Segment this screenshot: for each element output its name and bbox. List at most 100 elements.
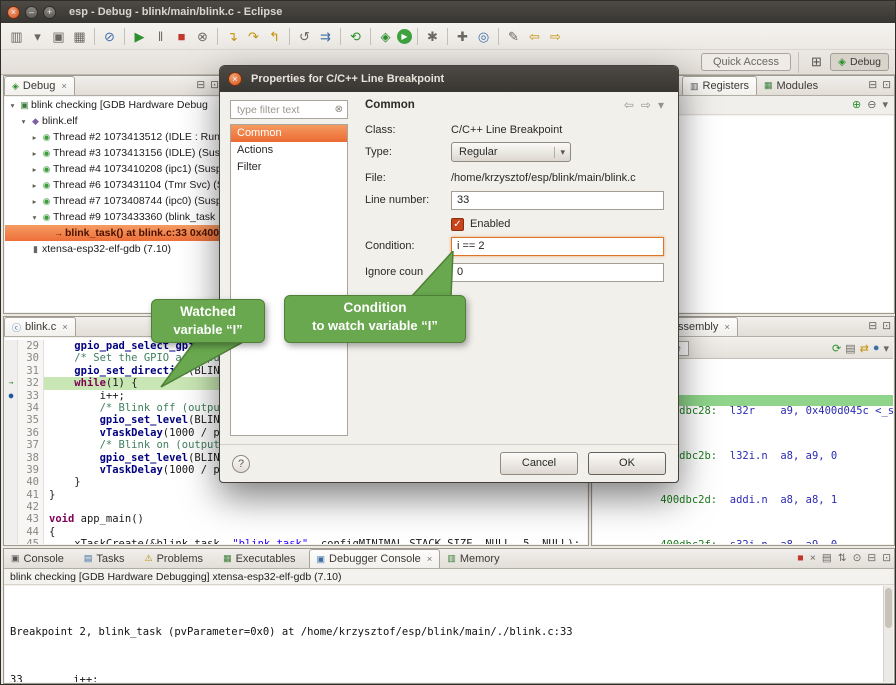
maximize-icon[interactable]: ⊡ bbox=[210, 79, 219, 91]
minimize-icon[interactable]: ⊟ bbox=[868, 320, 877, 332]
minimize-icon[interactable]: ⊟ bbox=[867, 552, 876, 564]
separator[interactable] bbox=[447, 28, 448, 45]
tab-debug[interactable]: ◈ Debug × bbox=[4, 76, 75, 95]
remove-register-group-icon[interactable]: ⊖ bbox=[867, 98, 876, 112]
remove-launch-icon[interactable]: × bbox=[810, 552, 816, 564]
tab-tasks[interactable]: ▤ Tasks bbox=[77, 549, 138, 568]
step-into-icon[interactable]: ↴ bbox=[223, 26, 242, 47]
tab-problems[interactable]: ⚠ Problems bbox=[138, 549, 217, 568]
breakpoint-gutter[interactable] bbox=[5, 464, 18, 476]
expander-icon[interactable]: ▸ bbox=[29, 149, 40, 158]
search-icon[interactable]: ◎ bbox=[474, 26, 493, 47]
debug-icon[interactable]: ◈ bbox=[376, 26, 395, 47]
console-scrollbar[interactable] bbox=[883, 586, 893, 682]
tree-item-frame-blink-task[interactable]: → blink_task() at blink.c:33 0x400db bbox=[5, 225, 221, 241]
instruction-stepping-icon[interactable]: ⇉ bbox=[316, 26, 335, 47]
maximize-icon[interactable]: ⊡ bbox=[882, 79, 891, 91]
maximize-icon[interactable]: ⊡ bbox=[882, 320, 891, 332]
tab-memory[interactable]: ▥ Memory bbox=[440, 549, 512, 568]
open-perspective-icon[interactable]: ⊞ bbox=[807, 52, 826, 73]
breakpoint-gutter[interactable] bbox=[5, 414, 18, 426]
breakpoint-gutter[interactable] bbox=[5, 501, 18, 513]
breakpoint-gutter[interactable] bbox=[5, 452, 18, 464]
tab-modules[interactable]: ▦ Modules bbox=[757, 76, 825, 95]
tree-item-thread-2[interactable]: ▸ ◉ Thread #2 1073413512 (IDLE : Runn bbox=[5, 129, 221, 145]
tree-item-gdb[interactable]: ▮ xtensa-esp32-elf-gdb (7.10) bbox=[5, 241, 221, 257]
expander-icon[interactable]: ▸ bbox=[29, 197, 40, 206]
ok-button[interactable]: OK bbox=[588, 452, 666, 475]
breakpoint-gutter[interactable] bbox=[5, 489, 18, 501]
breakpoint-gutter[interactable] bbox=[5, 476, 18, 488]
breakpoint-gutter[interactable] bbox=[5, 365, 18, 377]
separator[interactable] bbox=[417, 28, 418, 45]
close-icon[interactable]: × bbox=[62, 322, 68, 333]
separator[interactable] bbox=[370, 28, 371, 45]
pin-console-icon[interactable]: ⊙ bbox=[853, 552, 862, 564]
debug-perspective-button[interactable]: ◈ Debug bbox=[830, 53, 889, 71]
close-icon[interactable]: × bbox=[427, 554, 433, 565]
separator[interactable] bbox=[124, 28, 125, 45]
breakpoint-gutter[interactable] bbox=[5, 526, 18, 538]
breakpoint-gutter[interactable] bbox=[5, 352, 18, 364]
cancel-button[interactable]: Cancel bbox=[500, 452, 578, 475]
tree-item-thread-3[interactable]: ▸ ◉ Thread #3 1073413156 (IDLE) (Susp bbox=[5, 145, 221, 161]
tree-item-thread-7[interactable]: ▸ ◉ Thread #7 1073408744 (ipc0) (Susp bbox=[5, 193, 221, 209]
scrollbar-thumb[interactable] bbox=[885, 588, 892, 628]
breakpoint-gutter[interactable] bbox=[5, 513, 18, 525]
expander-icon[interactable]: ▸ bbox=[29, 181, 40, 190]
separator[interactable] bbox=[94, 28, 95, 45]
forward-icon[interactable]: ⇨ bbox=[546, 26, 565, 47]
dialog-nav-filter[interactable]: Filter bbox=[231, 159, 347, 176]
expander-icon[interactable]: ▾ bbox=[7, 101, 18, 110]
breakpoint-gutter[interactable] bbox=[5, 439, 18, 451]
maximize-icon[interactable]: ⊡ bbox=[882, 552, 891, 564]
separator[interactable] bbox=[340, 28, 341, 45]
view-menu-icon[interactable]: ▾ bbox=[882, 98, 888, 112]
tree-item-thread-6[interactable]: ▸ ◉ Thread #6 1073431104 (Tmr Svc) (S bbox=[5, 177, 221, 193]
breakpoint-gutter[interactable] bbox=[5, 538, 18, 544]
breakpoint-gutter[interactable] bbox=[5, 402, 18, 414]
separator[interactable] bbox=[217, 28, 218, 45]
disconnect-icon[interactable]: ⊗ bbox=[193, 26, 212, 47]
tab-console[interactable]: ▣ Console bbox=[4, 549, 77, 568]
terminate-icon[interactable]: ■ bbox=[797, 552, 803, 564]
forward-icon[interactable]: ⇨ bbox=[641, 98, 651, 112]
chevron-down-icon[interactable]: ▾ bbox=[658, 98, 664, 112]
clear-filter-icon[interactable]: ⊗ bbox=[335, 104, 343, 115]
tab-registers[interactable]: ▥ Registers bbox=[682, 76, 757, 95]
back-icon[interactable]: ⇦ bbox=[525, 26, 544, 47]
enabled-checkbox[interactable]: ✓ bbox=[451, 218, 464, 231]
tree-item-thread-4[interactable]: ▸ ◉ Thread #4 1073410208 (ipc1) (Susp bbox=[5, 161, 221, 177]
expander-icon[interactable]: ▸ bbox=[29, 165, 40, 174]
tree-item-thread-9[interactable]: ▾ ◉ Thread #9 1073433360 (blink_task bbox=[5, 209, 221, 225]
window-close-button[interactable]: × bbox=[7, 6, 20, 19]
new-file-icon[interactable]: ✚ bbox=[453, 26, 472, 47]
new-wizard-icon[interactable]: ▥ bbox=[7, 26, 26, 47]
tab-executables[interactable]: ▦ Executables bbox=[216, 549, 308, 568]
new-dropdown-icon[interactable]: ▾ bbox=[28, 26, 47, 47]
save-icon[interactable]: ▣ bbox=[49, 26, 68, 47]
expander-icon[interactable]: ▾ bbox=[18, 117, 29, 126]
type-select[interactable]: Regular ▾ bbox=[451, 142, 571, 162]
dialog-nav-actions[interactable]: Actions bbox=[231, 142, 347, 159]
external-tools-icon[interactable]: ✱ bbox=[423, 26, 442, 47]
close-icon[interactable]: × bbox=[724, 322, 730, 333]
show-source-icon[interactable]: ▤ bbox=[845, 342, 855, 355]
breakpoint-gutter[interactable]: ● bbox=[5, 390, 18, 402]
expander-icon[interactable]: ▸ bbox=[29, 133, 40, 142]
breakpoint-toggle-icon[interactable]: ● bbox=[873, 342, 880, 355]
tab-blink-c[interactable]: ⓒ blink.c × bbox=[4, 317, 76, 336]
dialog-close-button[interactable]: × bbox=[228, 72, 242, 86]
ignore-count-input[interactable] bbox=[451, 263, 664, 282]
breakpoint-gutter[interactable] bbox=[5, 340, 18, 352]
run-icon[interactable]: ▶ bbox=[397, 29, 412, 44]
skip-all-breakpoints-icon[interactable]: ⊘ bbox=[100, 26, 119, 47]
separator[interactable] bbox=[289, 28, 290, 45]
window-maximize-button[interactable]: + bbox=[43, 6, 56, 19]
save-all-icon[interactable]: ▦ bbox=[70, 26, 89, 47]
refresh-icon[interactable]: ⟳ bbox=[832, 342, 841, 355]
drop-to-frame-icon[interactable]: ↺ bbox=[295, 26, 314, 47]
quick-access-button[interactable]: Quick Access bbox=[701, 53, 791, 71]
separator[interactable] bbox=[498, 28, 499, 45]
sync-selection-icon[interactable]: ⇄ bbox=[860, 342, 869, 355]
